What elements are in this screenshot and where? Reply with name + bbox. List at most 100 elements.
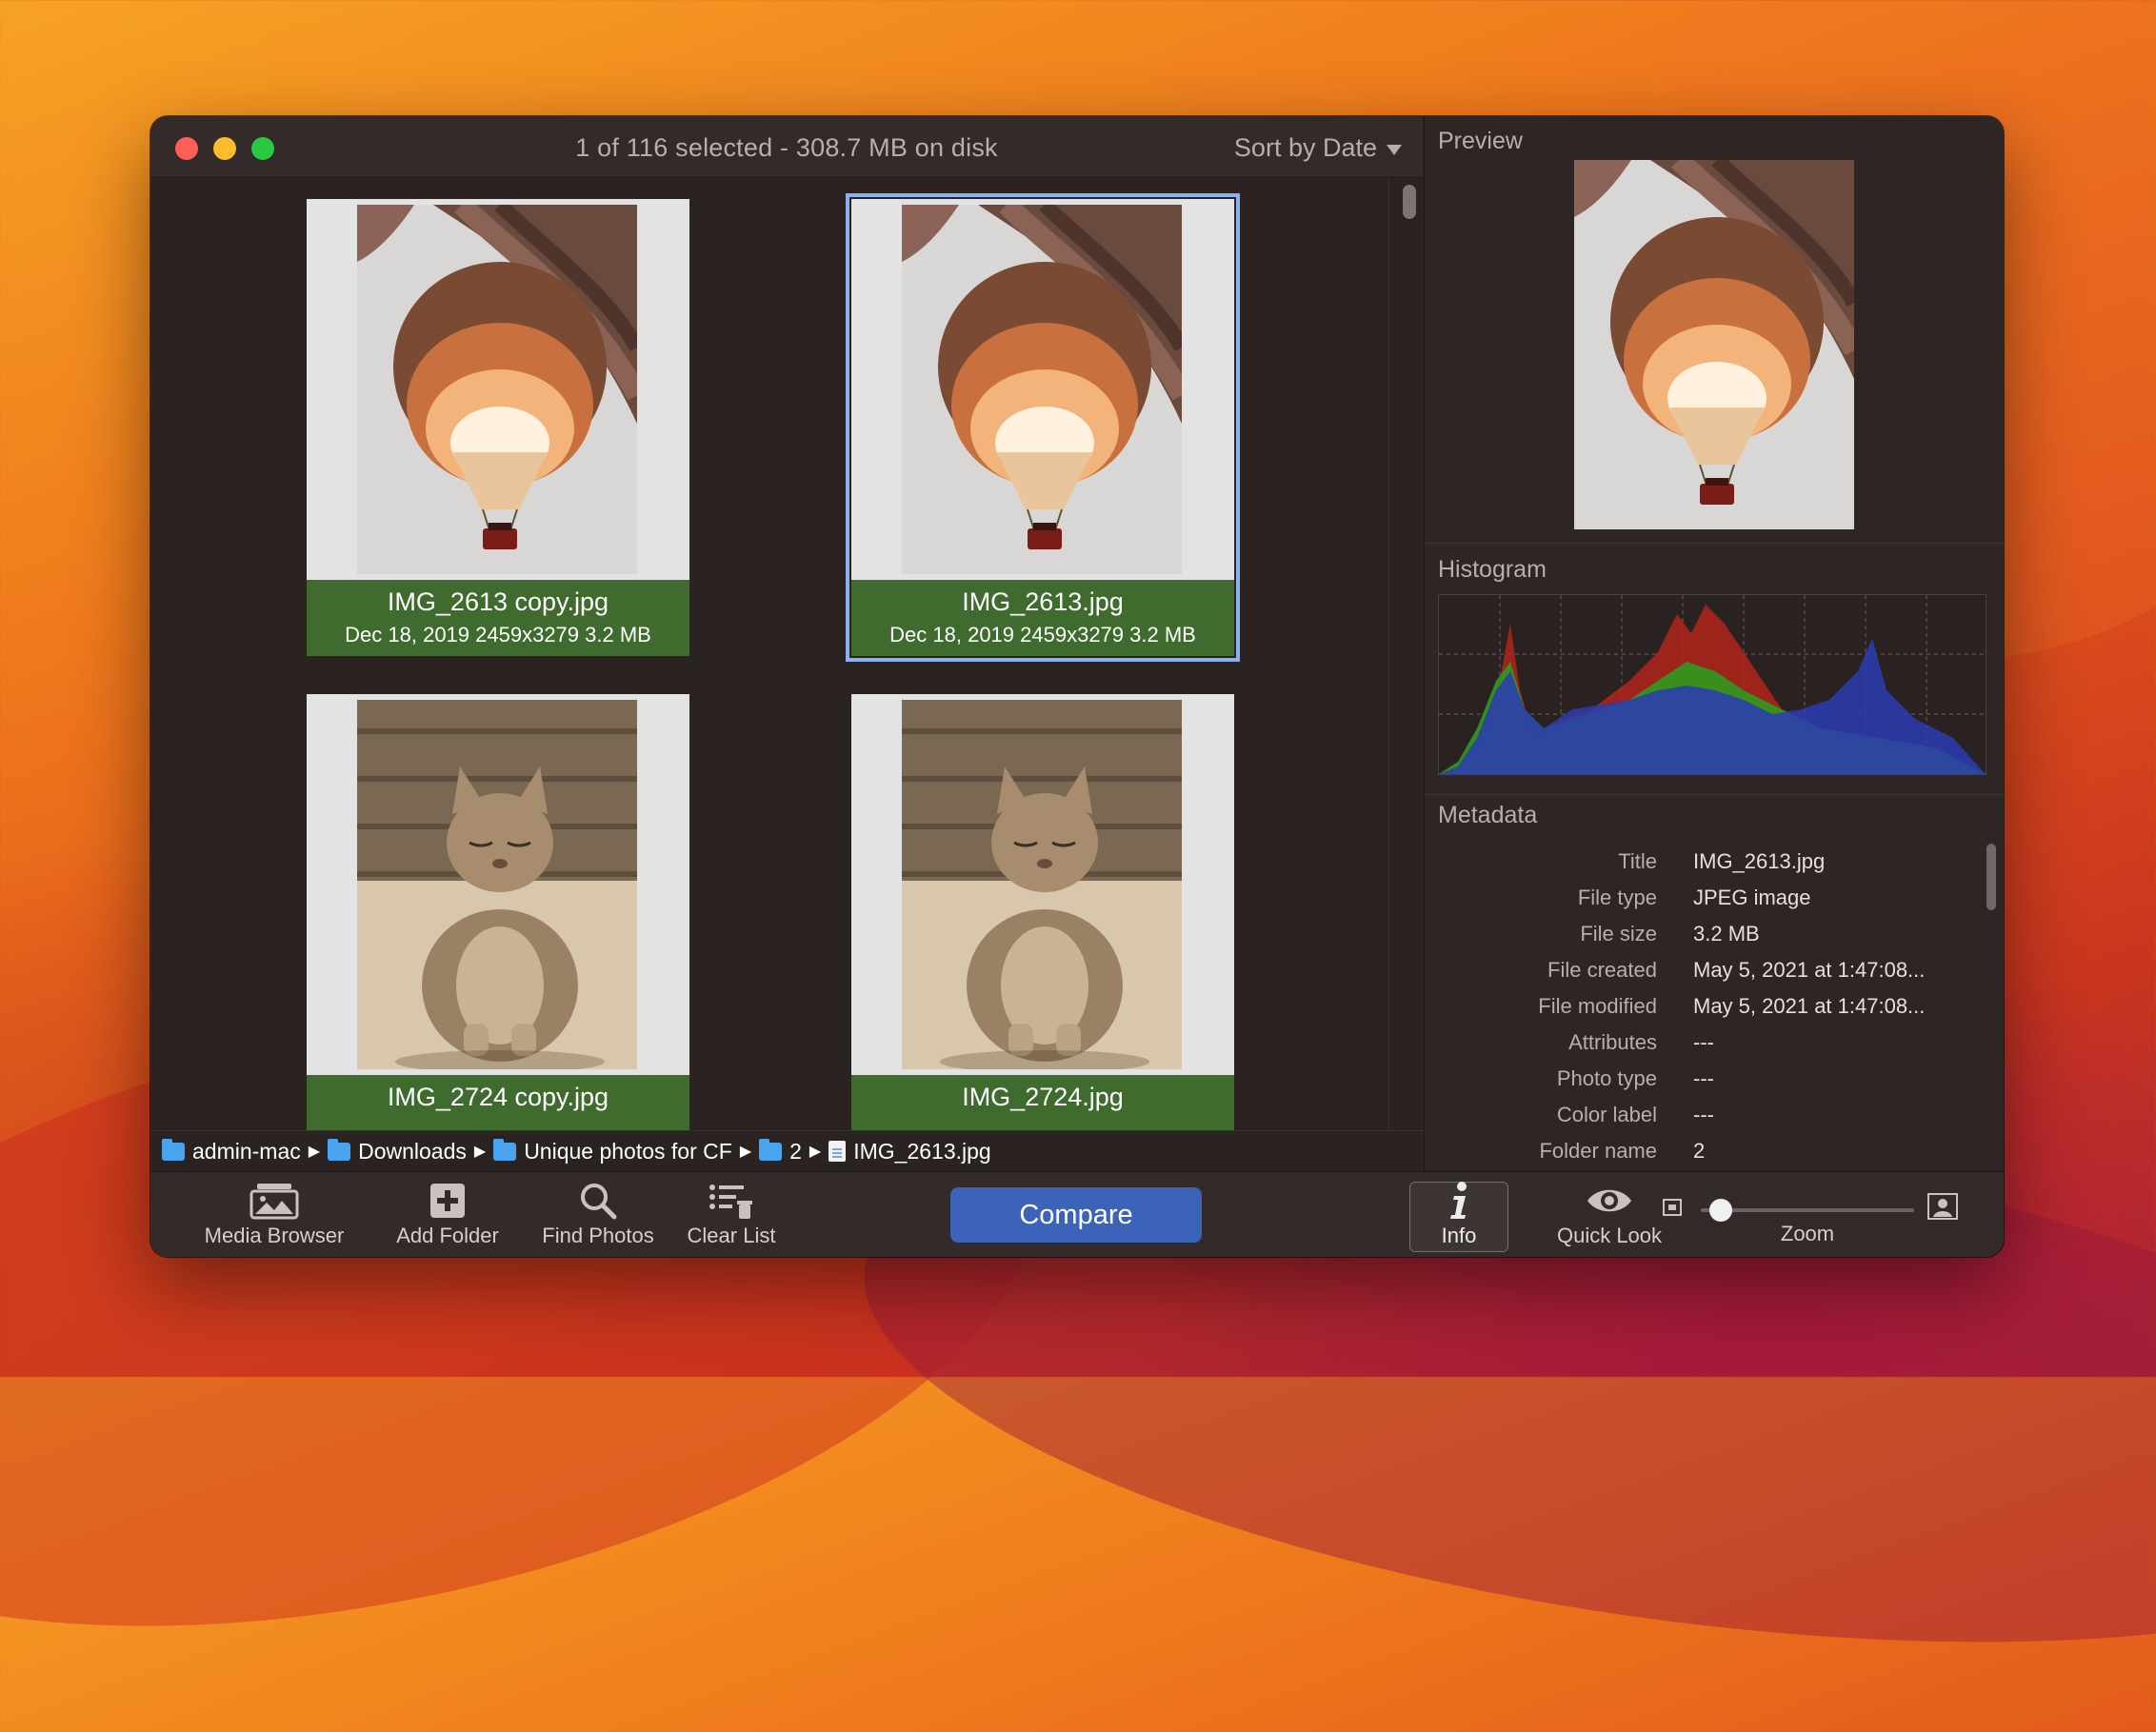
metadata-value: May 5, 2021 at 1:47:08... [1693, 994, 1926, 1018]
metadata-value: 2 [1693, 1139, 1706, 1163]
zoom-label: Zoom [1780, 1222, 1835, 1245]
grid-scrollbar[interactable] [1388, 178, 1424, 1130]
photo-thumbnail [357, 700, 637, 1069]
metadata-heading: Metadata [1438, 802, 1538, 828]
photo-details: Dec 18, 2019 2459x3279 3.2 MB [889, 623, 1196, 647]
metadata-value: May 5, 2021 at 1:47:08... [1693, 958, 1926, 982]
sort-menu-label: Sort by Date [1233, 133, 1377, 162]
metadata-row: Color label --- [1425, 1103, 1977, 1139]
metadata-row: File created May 5, 2021 at 1:47:08... [1425, 958, 1977, 994]
divider [1425, 543, 2004, 544]
clear-list-button[interactable]: Clear List [630, 1180, 832, 1248]
home-folder-icon [162, 1138, 185, 1161]
info-button-content[interactable]: Info [1409, 1180, 1508, 1248]
bottom-toolbar: Media Browser Add Folder Find Photos Cle… [150, 1171, 2004, 1257]
eye-icon [1587, 1189, 1631, 1212]
photo-grid: IMG_2613 copy.jpg Dec 18, 2019 2459x3279… [150, 178, 1423, 1130]
path-item[interactable]: Unique photos for CF [524, 1139, 732, 1165]
metadata-row: File size 3.2 MB [1425, 922, 1977, 958]
sort-menu[interactable]: Sort by Date [1234, 133, 1402, 163]
histogram-chart [1438, 594, 1986, 775]
photo-caption: IMG_2724 copy.jpg [307, 1075, 689, 1130]
metadata-key: Photo type [1556, 1066, 1657, 1090]
info-icon [1450, 1182, 1467, 1219]
preview-heading: Preview [1438, 128, 1523, 154]
grid-scrollbar-thumb[interactable] [1403, 185, 1416, 219]
file-icon [828, 1141, 847, 1162]
photo-caption: IMG_2613 copy.jpg Dec 18, 2019 2459x3279… [307, 580, 689, 656]
divider [1425, 794, 2004, 795]
clear-list-label: Clear List [687, 1224, 776, 1247]
photo-caption: IMG_2613.jpg Dec 18, 2019 2459x3279 3.2 … [851, 580, 1234, 656]
metadata-value: --- [1693, 1030, 1714, 1054]
metadata-row: Title IMG_2613.jpg [1425, 849, 1977, 886]
media-browser-label: Media Browser [204, 1224, 345, 1247]
metadata-key: File size [1580, 922, 1657, 946]
photo-tile-selected[interactable]: IMG_2613.jpg Dec 18, 2019 2459x3279 3.2 … [846, 193, 1240, 662]
quick-look-label: Quick Look [1556, 1224, 1663, 1247]
photo-thumbnail [902, 205, 1182, 574]
metadata-scrollbar-thumb[interactable] [1986, 844, 1996, 910]
zoom-small-icon [1663, 1199, 1682, 1216]
photo-tile[interactable]: IMG_2613 copy.jpg Dec 18, 2019 2459x3279… [307, 199, 689, 656]
photo-thumbnail [357, 205, 637, 574]
metadata-key: Folder name [1539, 1139, 1657, 1163]
zoom-slider-track[interactable] [1701, 1208, 1914, 1212]
photo-caption: IMG_2724.jpg [851, 1075, 1234, 1130]
metadata-value: 3.2 MB [1693, 922, 1760, 946]
folder-icon [328, 1138, 351, 1161]
app-window: 1 of 116 selected - 308.7 MB on disk Sor… [150, 116, 2004, 1257]
path-separator-icon: ▶ [473, 1144, 487, 1160]
photo-details: Dec 18, 2019 2459x3279 3.2 MB [345, 623, 651, 647]
photo-filename: IMG_2724 copy.jpg [387, 1083, 609, 1111]
photo-tile[interactable]: IMG_2724.jpg [851, 694, 1234, 1130]
preview-image [1574, 160, 1854, 529]
metadata-row: Folder name 2 [1425, 1139, 1977, 1171]
metadata-key: Color label [1556, 1103, 1657, 1126]
metadata-value: IMG_2613.jpg [1693, 849, 1826, 873]
path-item[interactable]: 2 [789, 1139, 802, 1165]
inspector-panel: Preview Histogram Metadata Title IMG_261… [1424, 116, 2004, 1171]
photo-filename: IMG_2724.jpg [962, 1083, 1124, 1111]
zoom-control: Zoom [1731, 1220, 1884, 1246]
media-browser-button[interactable]: Media Browser [173, 1180, 375, 1248]
photo-filename: IMG_2613 copy.jpg [387, 587, 609, 616]
metadata-row: File modified May 5, 2021 at 1:47:08... [1425, 994, 1977, 1030]
plus-icon [430, 1184, 465, 1218]
metadata-value: --- [1693, 1103, 1714, 1126]
metadata-row: File type JPEG image [1425, 886, 1977, 922]
chevron-down-icon [1387, 145, 1402, 155]
path-item[interactable]: Downloads [358, 1139, 467, 1165]
metadata-list: Title IMG_2613.jpg File type JPEG image … [1425, 838, 2004, 1171]
folder-icon [759, 1138, 783, 1161]
zoom-slider-thumb[interactable] [1709, 1199, 1733, 1222]
path-bar: admin-mac ▶ Downloads ▶ Unique photos fo… [150, 1130, 1434, 1171]
path-separator-icon: ▶ [808, 1144, 822, 1160]
zoom-large-icon [1927, 1193, 1958, 1220]
metadata-key: File type [1577, 886, 1657, 909]
search-icon [581, 1184, 617, 1220]
photo-thumbnail [902, 700, 1182, 1069]
histogram-heading: Histogram [1438, 556, 1547, 583]
path-item[interactable]: admin-mac [192, 1139, 301, 1165]
path-item[interactable]: IMG_2613.jpg [853, 1139, 990, 1165]
metadata-key: Title [1618, 849, 1657, 873]
compare-button[interactable]: Compare [950, 1187, 1202, 1243]
photo-tile[interactable]: IMG_2724 copy.jpg [307, 694, 689, 1130]
metadata-value: JPEG image [1693, 886, 1811, 909]
selection-status: 1 of 116 selected - 308.7 MB on disk [575, 133, 998, 162]
metadata-value: --- [1693, 1066, 1714, 1090]
metadata-row: Attributes --- [1425, 1030, 1977, 1066]
photo-filename: IMG_2613.jpg [962, 587, 1124, 616]
metadata-key: Attributes [1568, 1030, 1657, 1054]
path-separator-icon: ▶ [308, 1144, 321, 1160]
metadata-row: Photo type --- [1425, 1066, 1977, 1103]
metadata-key: File created [1547, 958, 1657, 982]
info-label: Info [1441, 1224, 1477, 1247]
title-bar: 1 of 116 selected - 308.7 MB on disk Sor… [150, 116, 1423, 178]
folder-icon [493, 1138, 517, 1161]
clear-list-icon [709, 1185, 752, 1219]
metadata-key: File modified [1538, 994, 1657, 1018]
path-separator-icon: ▶ [739, 1144, 752, 1160]
media-browser-icon [250, 1184, 299, 1220]
